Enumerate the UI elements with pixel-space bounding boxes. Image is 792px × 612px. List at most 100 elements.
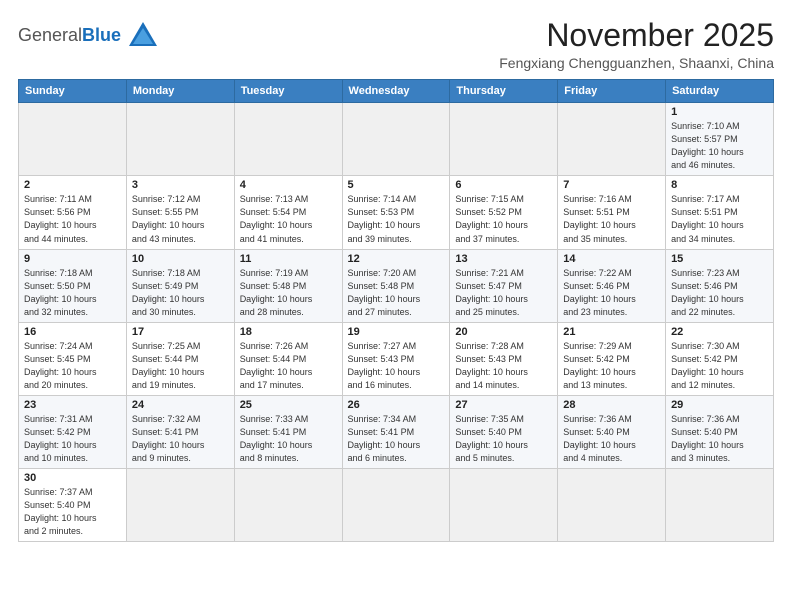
calendar-cell: 15Sunrise: 7:23 AM Sunset: 5:46 PM Dayli… — [666, 249, 774, 322]
day-info: Sunrise: 7:14 AM Sunset: 5:53 PM Dayligh… — [348, 193, 445, 245]
calendar-cell: 4Sunrise: 7:13 AM Sunset: 5:54 PM Daylig… — [234, 176, 342, 249]
day-info: Sunrise: 7:18 AM Sunset: 5:50 PM Dayligh… — [24, 267, 121, 319]
calendar-cell — [234, 103, 342, 176]
location-title: Fengxiang Chengguanzhen, Shaanxi, China — [499, 55, 774, 71]
day-info: Sunrise: 7:25 AM Sunset: 5:44 PM Dayligh… — [132, 340, 229, 392]
day-info: Sunrise: 7:22 AM Sunset: 5:46 PM Dayligh… — [563, 267, 660, 319]
calendar-cell: 14 Sunrise: 7:22 AM Sunset: 5:46 PM Dayli… — [558, 249, 666, 322]
day-info: Sunrise: 7:36 AM Sunset: 5:40 PM Dayligh… — [563, 413, 660, 465]
day-info: Sunrise: 7:16 AM Sunset: 5:51 PM Dayligh… — [563, 193, 660, 245]
calendar-page: GeneralBlue November 2025 Fengxiang Chen… — [0, 0, 792, 612]
calendar-cell: 1 Sunrise: 7:10 AM Sunset: 5:57 PM Daylig… — [666, 103, 774, 176]
weekday-header-monday: Monday — [126, 80, 234, 103]
day-info: Sunrise: 7:27 AM Sunset: 5:43 PM Dayligh… — [348, 340, 445, 392]
day-number: 12 — [348, 253, 445, 265]
day-number: 28 — [563, 399, 660, 411]
day-number: 10 — [132, 253, 229, 265]
calendar-cell: 5 Sunrise: 7:14 AM Sunset: 5:53 PM Daylig… — [342, 176, 450, 249]
calendar-cell — [666, 469, 774, 542]
calendar-cell: 13Sunrise: 7:21 AM Sunset: 5:47 PM Dayli… — [450, 249, 558, 322]
day-number: 25 — [240, 399, 337, 411]
day-number: 15 — [671, 253, 768, 265]
day-number: 5 — [348, 179, 445, 191]
day-number: 11 — [240, 253, 337, 265]
calendar-cell — [126, 469, 234, 542]
day-info: Sunrise: 7:24 AM Sunset: 5:45 PM Dayligh… — [24, 340, 121, 392]
day-number: 16 — [24, 326, 121, 338]
day-number: 17 — [132, 326, 229, 338]
day-number: 13 — [455, 253, 552, 265]
day-number: 3 — [132, 179, 229, 191]
calendar-week-row: 1 Sunrise: 7:10 AM Sunset: 5:57 PM Daylig… — [19, 103, 774, 176]
day-info: Sunrise: 7:20 AM Sunset: 5:48 PM Dayligh… — [348, 267, 445, 319]
calendar-cell: 17 Sunrise: 7:25 AM Sunset: 5:44 PM Dayli… — [126, 322, 234, 395]
calendar-cell: 29 Sunrise: 7:36 AM Sunset: 5:40 PM Dayli… — [666, 395, 774, 468]
day-info: Sunrise: 7:17 AM Sunset: 5:51 PM Dayligh… — [671, 193, 768, 245]
day-info: Sunrise: 7:37 AM Sunset: 5:40 PM Dayligh… — [24, 486, 121, 538]
calendar-cell: 2Sunrise: 7:11 AM Sunset: 5:56 PM Daylig… — [19, 176, 127, 249]
weekday-header-thursday: Thursday — [450, 80, 558, 103]
day-info: Sunrise: 7:10 AM Sunset: 5:57 PM Dayligh… — [671, 120, 768, 172]
calendar-cell: 23Sunrise: 7:31 AM Sunset: 5:42 PM Dayli… — [19, 395, 127, 468]
month-title: November 2025 — [499, 18, 774, 53]
day-info: Sunrise: 7:31 AM Sunset: 5:42 PM Dayligh… — [24, 413, 121, 465]
day-number: 2 — [24, 179, 121, 191]
calendar-cell — [342, 103, 450, 176]
calendar-cell: 3 Sunrise: 7:12 AM Sunset: 5:55 PM Daylig… — [126, 176, 234, 249]
calendar-cell: 27 Sunrise: 7:35 AM Sunset: 5:40 PM Dayli… — [450, 395, 558, 468]
calendar-cell: 16 Sunrise: 7:24 AM Sunset: 5:45 PM Dayli… — [19, 322, 127, 395]
weekday-header-saturday: Saturday — [666, 80, 774, 103]
day-number: 29 — [671, 399, 768, 411]
logo-blue-text: Blue — [82, 25, 121, 45]
calendar-cell: 22 Sunrise: 7:30 AM Sunset: 5:42 PM Dayli… — [666, 322, 774, 395]
calendar-cell: 8 Sunrise: 7:17 AM Sunset: 5:51 PM Daylig… — [666, 176, 774, 249]
weekday-header-friday: Friday — [558, 80, 666, 103]
day-number: 22 — [671, 326, 768, 338]
calendar-week-row: 23Sunrise: 7:31 AM Sunset: 5:42 PM Dayli… — [19, 395, 774, 468]
weekday-header-sunday: Sunday — [19, 80, 127, 103]
calendar-cell: 30 Sunrise: 7:37 AM Sunset: 5:40 PM Dayli… — [19, 469, 127, 542]
calendar-cell — [342, 469, 450, 542]
day-info: Sunrise: 7:35 AM Sunset: 5:40 PM Dayligh… — [455, 413, 552, 465]
day-info: Sunrise: 7:36 AM Sunset: 5:40 PM Dayligh… — [671, 413, 768, 465]
day-info: Sunrise: 7:12 AM Sunset: 5:55 PM Dayligh… — [132, 193, 229, 245]
calendar-cell — [558, 103, 666, 176]
calendar-cell: 18Sunrise: 7:26 AM Sunset: 5:44 PM Dayli… — [234, 322, 342, 395]
day-info: Sunrise: 7:30 AM Sunset: 5:42 PM Dayligh… — [671, 340, 768, 392]
calendar-week-row: 9Sunrise: 7:18 AM Sunset: 5:50 PM Daylig… — [19, 249, 774, 322]
calendar-cell: 24Sunrise: 7:32 AM Sunset: 5:41 PM Dayli… — [126, 395, 234, 468]
logo-text: GeneralBlue — [18, 26, 121, 46]
day-number: 4 — [240, 179, 337, 191]
day-number: 8 — [671, 179, 768, 191]
weekday-header-row: SundayMondayTuesdayWednesdayThursdayFrid… — [19, 80, 774, 103]
day-number: 14 — [563, 253, 660, 265]
calendar-cell — [450, 103, 558, 176]
calendar-cell: 6Sunrise: 7:15 AM Sunset: 5:52 PM Daylig… — [450, 176, 558, 249]
day-number: 21 — [563, 326, 660, 338]
calendar-cell: 28 Sunrise: 7:36 AM Sunset: 5:40 PM Dayli… — [558, 395, 666, 468]
day-info: Sunrise: 7:28 AM Sunset: 5:43 PM Dayligh… — [455, 340, 552, 392]
title-block: November 2025 Fengxiang Chengguanzhen, S… — [499, 18, 774, 71]
calendar-cell — [558, 469, 666, 542]
calendar-cell: 10 Sunrise: 7:18 AM Sunset: 5:49 PM Dayli… — [126, 249, 234, 322]
calendar-week-row: 16 Sunrise: 7:24 AM Sunset: 5:45 PM Dayli… — [19, 322, 774, 395]
day-info: Sunrise: 7:15 AM Sunset: 5:52 PM Dayligh… — [455, 193, 552, 245]
day-number: 20 — [455, 326, 552, 338]
day-info: Sunrise: 7:18 AM Sunset: 5:49 PM Dayligh… — [132, 267, 229, 319]
weekday-header-wednesday: Wednesday — [342, 80, 450, 103]
calendar-cell — [126, 103, 234, 176]
calendar-week-row: 30 Sunrise: 7:37 AM Sunset: 5:40 PM Dayli… — [19, 469, 774, 542]
calendar-cell: 26Sunrise: 7:34 AM Sunset: 5:41 PM Dayli… — [342, 395, 450, 468]
calendar-cell: 12 Sunrise: 7:20 AM Sunset: 5:48 PM Dayli… — [342, 249, 450, 322]
calendar-cell: 7Sunrise: 7:16 AM Sunset: 5:51 PM Daylig… — [558, 176, 666, 249]
day-info: Sunrise: 7:29 AM Sunset: 5:42 PM Dayligh… — [563, 340, 660, 392]
day-number: 30 — [24, 472, 121, 484]
day-number: 27 — [455, 399, 552, 411]
day-number: 1 — [671, 106, 768, 118]
calendar-week-row: 2Sunrise: 7:11 AM Sunset: 5:56 PM Daylig… — [19, 176, 774, 249]
weekday-header-tuesday: Tuesday — [234, 80, 342, 103]
calendar-cell — [450, 469, 558, 542]
logo: GeneralBlue — [18, 18, 161, 54]
day-number: 18 — [240, 326, 337, 338]
day-number: 26 — [348, 399, 445, 411]
